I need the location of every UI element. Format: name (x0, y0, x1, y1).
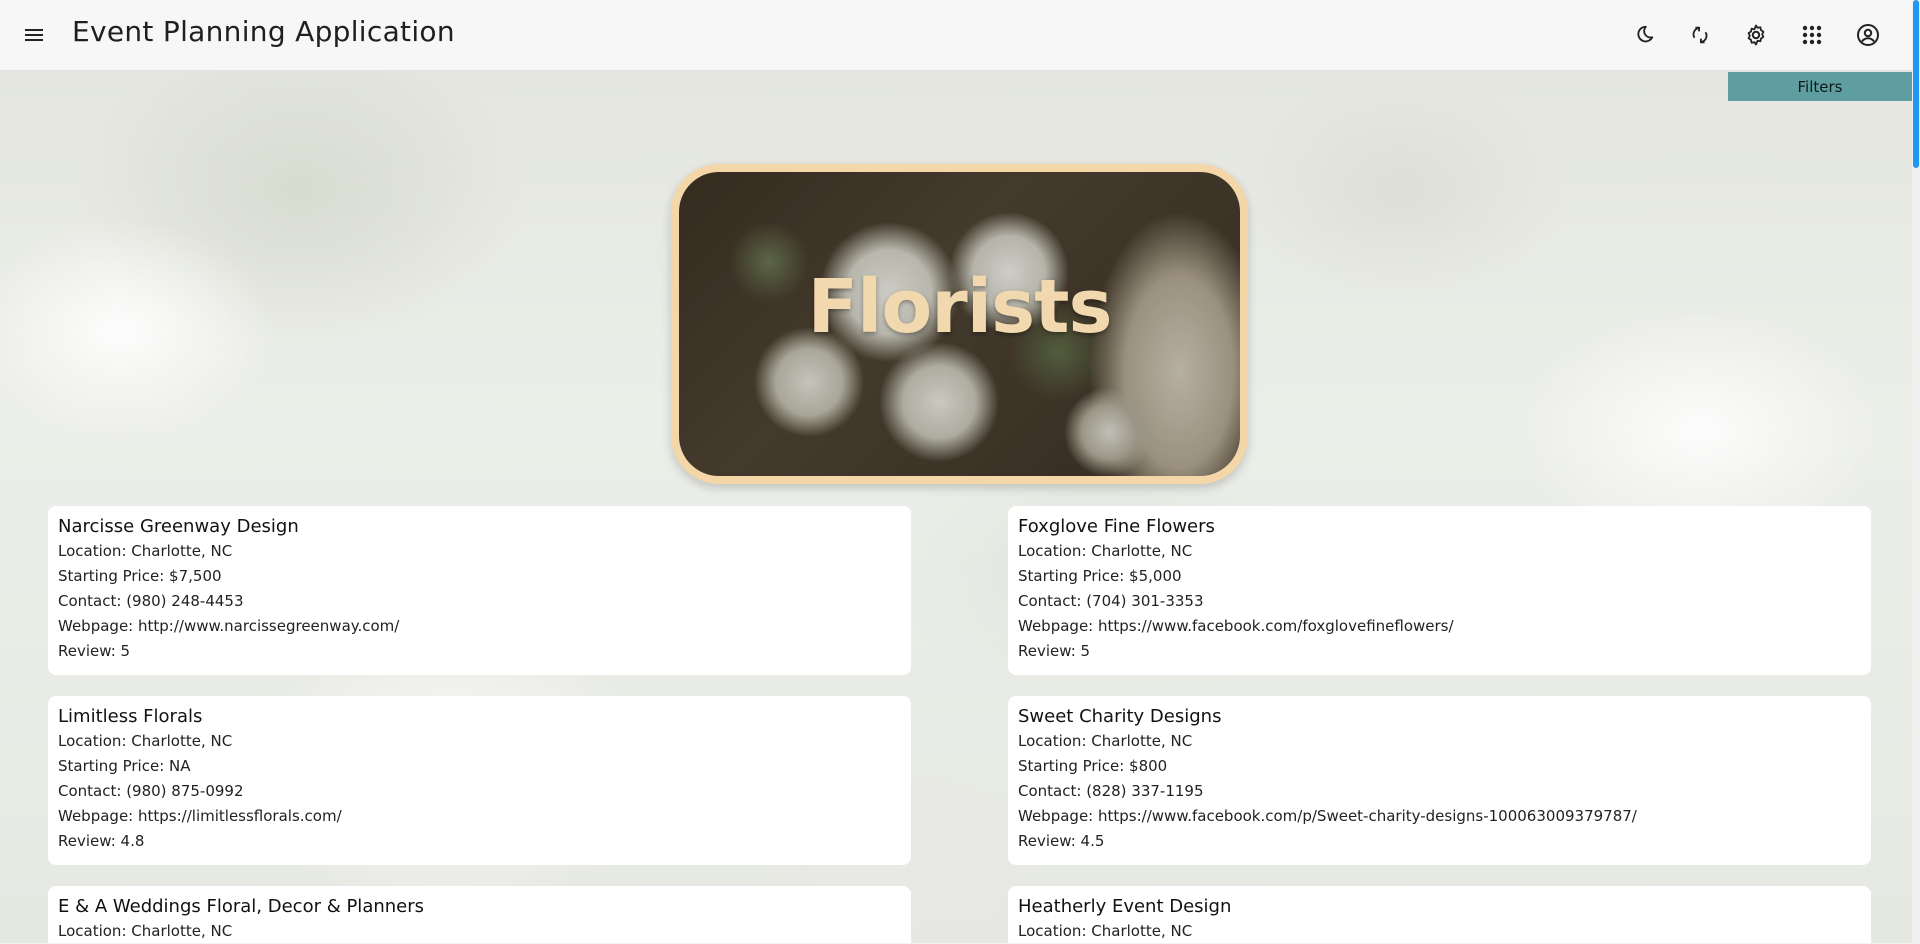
vendor-webpage: Webpage: https://limitlessflorals.com/ (58, 807, 342, 825)
vendor-card[interactable]: E & A Weddings Floral, Decor & Planners … (48, 886, 911, 943)
category-title: Florists (807, 264, 1112, 350)
vendor-webpage-link[interactable]: https://limitlessflorals.com/ (138, 807, 342, 825)
vendor-review: Review: 5 (1018, 642, 1091, 660)
vendor-name: Sweet Charity Designs (1018, 706, 1222, 727)
vendor-card[interactable]: Limitless Florals Location: Charlotte, N… (48, 696, 911, 865)
vendor-price: Starting Price: $7,500 (58, 567, 222, 585)
app-title: Event Planning Application (72, 15, 455, 48)
vendor-price: Starting Price: $5,000 (1018, 567, 1182, 585)
app-header: Event Planning Application (0, 0, 1912, 71)
vendor-name: Heatherly Event Design (1018, 896, 1232, 917)
vendor-price: Starting Price: NA (58, 757, 191, 775)
vendor-card[interactable]: Foxglove Fine Flowers Location: Charlott… (1008, 506, 1871, 675)
vendor-review: Review: 4.8 (58, 832, 145, 850)
vendor-location: Location: Charlotte, NC (1018, 542, 1193, 560)
vendor-name: Narcisse Greenway Design (58, 516, 299, 537)
page-scrollbar[interactable] (1912, 0, 1920, 943)
gear-icon[interactable] (1742, 21, 1770, 49)
vendor-name: E & A Weddings Floral, Decor & Planners (58, 896, 425, 917)
vendor-webpage: Webpage: https://www.facebook.com/p/Swee… (1018, 807, 1637, 825)
moon-icon[interactable] (1630, 21, 1658, 49)
vendor-contact: Contact: (980) 875-0992 (58, 782, 244, 800)
vendor-location: Location: Charlotte, NC (58, 922, 233, 940)
vendor-name: Limitless Florals (58, 706, 203, 727)
vendor-location: Location: Charlotte, NC (58, 732, 233, 750)
vendor-webpage: Webpage: http://www.narcissegreenway.com… (58, 617, 400, 635)
vendor-contact: Contact: (828) 337-1195 (1018, 782, 1204, 800)
vendor-card[interactable]: Sweet Charity Designs Location: Charlott… (1008, 696, 1871, 865)
vendor-webpage-link[interactable]: https://www.facebook.com/p/Sweet-charity… (1098, 807, 1637, 825)
category-hero-banner: Florists (671, 164, 1248, 484)
vendor-card[interactable]: Heatherly Event Design Location: Charlot… (1008, 886, 1871, 943)
vendor-contact: Contact: (980) 248-4453 (58, 592, 244, 610)
account-icon[interactable] (1854, 21, 1882, 49)
vendor-name: Foxglove Fine Flowers (1018, 516, 1215, 537)
vendor-card[interactable]: Narcisse Greenway Design Location: Charl… (48, 506, 911, 675)
filters-button[interactable]: Filters (1728, 72, 1912, 101)
vendor-webpage-link[interactable]: http://www.narcissegreenway.com/ (138, 617, 399, 635)
vendor-location: Location: Charlotte, NC (1018, 922, 1193, 940)
vendor-price: Starting Price: $800 (1018, 757, 1168, 775)
vendor-review: Review: 4.5 (1018, 832, 1105, 850)
vendor-review: Review: 5 (58, 642, 131, 660)
scrollbar-thumb[interactable] (1913, 0, 1919, 168)
menu-icon[interactable] (22, 23, 46, 47)
vendor-location: Location: Charlotte, NC (58, 542, 233, 560)
vendor-contact: Contact: (704) 301-3353 (1018, 592, 1204, 610)
sync-icon[interactable] (1686, 21, 1714, 49)
vendor-location: Location: Charlotte, NC (1018, 732, 1193, 750)
vendor-webpage-link[interactable]: https://www.facebook.com/foxglovefineflo… (1098, 617, 1454, 635)
apps-grid-icon[interactable] (1798, 21, 1826, 49)
vendor-webpage: Webpage: https://www.facebook.com/foxglo… (1018, 617, 1454, 635)
